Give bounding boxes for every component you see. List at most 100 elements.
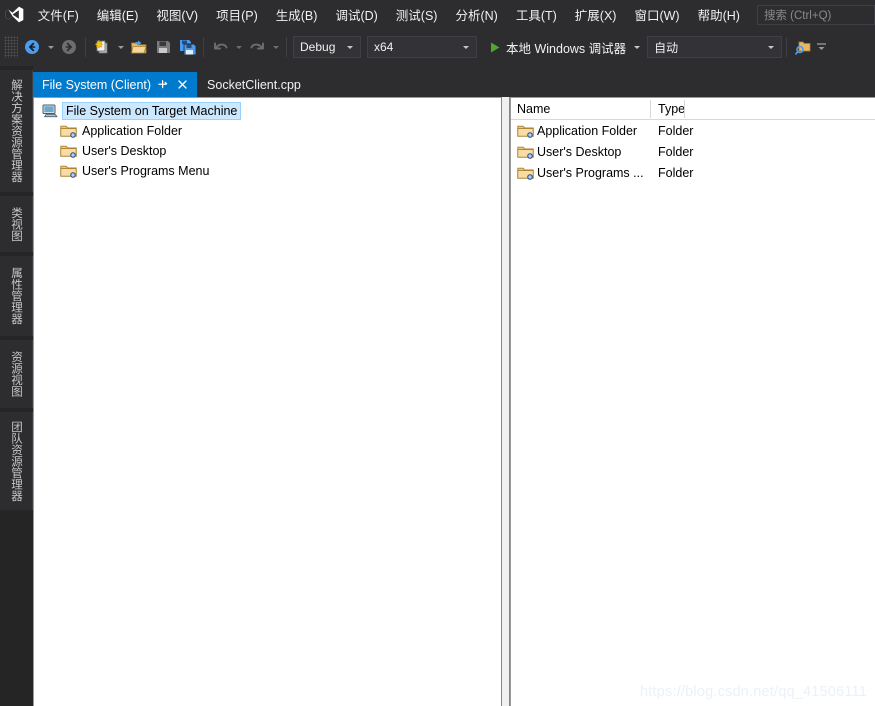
folder-icon (517, 124, 534, 138)
list-item-label: User's Desktop (537, 144, 622, 159)
toolbar-separator (85, 37, 86, 57)
configuration-combo[interactable]: Debug (293, 36, 361, 58)
standard-toolbar: Debug x64 本地 Windows 调试器 自动 (0, 29, 875, 65)
menu-bar: 文件(F) 编辑(E) 视图(V) 项目(P) 生成(B) 调试(D) 测试(S… (0, 0, 875, 29)
toolbar-separator-2 (203, 37, 204, 57)
column-header-name[interactable]: Name (511, 99, 651, 118)
sidebar-item-label: 解决方案资源管理器 (10, 79, 22, 183)
sidebar-item-property-manager[interactable]: 属性管理器 (0, 256, 33, 336)
pane-splitter[interactable] (501, 97, 510, 706)
tree-node-target-machine[interactable]: File System on Target Machine (34, 101, 501, 121)
sidebar-item-label: 属性管理器 (10, 267, 22, 325)
menu-item-analyze[interactable]: 分析(N) (446, 0, 506, 29)
list-item[interactable]: Application Folder Folder (511, 120, 875, 141)
redo-dropdown-icon[interactable] (269, 35, 282, 59)
save-icon[interactable] (151, 35, 175, 59)
save-all-icon[interactable] (175, 35, 199, 59)
menu-item-test[interactable]: 测试(S) (387, 0, 447, 29)
menu-item-debug[interactable]: 调试(D) (326, 0, 386, 29)
menu-item-extensions[interactable]: 扩展(X) (566, 0, 626, 29)
folder-icon (517, 145, 534, 159)
folder-icon (517, 166, 534, 180)
list-header: Name Type (511, 98, 875, 120)
menu-item-view[interactable]: 视图(V) (147, 0, 207, 29)
tree-node-users-desktop[interactable]: User's Desktop (34, 141, 501, 161)
sidebar-item-label: 资源视图 (10, 351, 22, 397)
menu-item-file[interactable]: 文件(F) (29, 0, 88, 29)
left-tool-window-dock: 解决方案资源管理器 类视图 属性管理器 资源视图 团队资源管理器 (0, 66, 33, 706)
column-header-type[interactable]: Type (651, 99, 686, 118)
attach-target-value: 自动 (654, 40, 679, 55)
attach-target-combo[interactable]: 自动 (647, 36, 783, 58)
menu-item-window[interactable]: 窗口(W) (625, 0, 688, 29)
navigate-back-icon[interactable] (20, 35, 44, 59)
toolbar-overflow-icon[interactable] (815, 35, 828, 59)
redo-icon[interactable] (245, 35, 269, 59)
folder-icon (60, 144, 77, 158)
menu-item-edit[interactable]: 编辑(E) (88, 0, 148, 29)
tab-socketclient-cpp[interactable]: SocketClient.cpp (197, 72, 311, 97)
start-debugging-button[interactable]: 本地 Windows 调试器 (485, 35, 630, 59)
sidebar-item-label: 类视图 (10, 206, 22, 242)
start-debugging-label: 本地 Windows 调试器 (506, 41, 627, 56)
tab-label: SocketClient.cpp (207, 77, 301, 92)
sidebar-item-resource-view[interactable]: 资源视图 (0, 340, 33, 408)
undo-icon[interactable] (208, 35, 232, 59)
toolbar-grip[interactable] (4, 36, 18, 58)
close-icon[interactable] (174, 75, 191, 95)
quick-launch-search[interactable]: 搜索 (Ctrl+Q) (756, 4, 875, 25)
tab-file-system-client[interactable]: File System (Client) (33, 72, 198, 97)
list-item-type: Folder (658, 123, 694, 138)
tree-node-label: User's Desktop (82, 144, 167, 158)
list-item-type: Folder (658, 165, 694, 180)
file-system-list-pane: Name Type Application Folder Folder User… (510, 97, 875, 706)
menu-item-project[interactable]: 项目(P) (207, 0, 267, 29)
menu-item-tools[interactable]: 工具(T) (507, 0, 566, 29)
menu-item-build[interactable]: 生成(B) (267, 0, 327, 29)
visual-studio-logo-icon (0, 0, 29, 29)
file-system-tree: File System on Target Machine Applicatio… (34, 98, 501, 181)
tab-label: File System (Client) (42, 77, 152, 92)
tree-node-users-programs-menu[interactable]: User's Programs Menu (34, 161, 501, 181)
menu-item-help[interactable]: 帮助(H) (689, 0, 749, 29)
open-file-icon[interactable] (127, 35, 151, 59)
sidebar-item-solution-explorer[interactable]: 解决方案资源管理器 (0, 70, 33, 192)
file-system-editor: File System on Target Machine Applicatio… (33, 97, 875, 706)
list-item[interactable]: User's Programs ... Folder (511, 162, 875, 183)
sidebar-item-team-explorer[interactable]: 团队资源管理器 (0, 412, 33, 510)
tree-node-label: User's Programs Menu (82, 164, 210, 178)
document-tab-bar: File System (Client) SocketClient.cpp (33, 72, 875, 97)
tree-node-application-folder[interactable]: Application Folder (34, 121, 501, 141)
list-item-type: Folder (658, 144, 694, 159)
list-item-label: Application Folder (537, 123, 638, 138)
target-machine-icon (42, 104, 58, 118)
navigate-forward-icon[interactable] (57, 35, 81, 59)
sidebar-item-class-view[interactable]: 类视图 (0, 196, 33, 252)
new-item-dropdown-icon[interactable] (114, 35, 127, 59)
folder-icon (60, 124, 77, 138)
start-debugging-dropdown-icon[interactable] (630, 35, 643, 59)
chevron-down-icon (767, 43, 775, 51)
new-item-icon[interactable] (90, 35, 114, 59)
configuration-value: Debug (300, 40, 336, 54)
tree-node-label: Application Folder (82, 124, 183, 138)
chevron-down-icon (462, 43, 470, 51)
list-item[interactable]: User's Desktop Folder (511, 141, 875, 162)
pin-icon[interactable] (154, 75, 171, 95)
search-placeholder-text: 搜索 (Ctrl+Q) (763, 9, 832, 22)
list-item-name-cell: Application Folder (511, 124, 651, 138)
watermark-text: https://blog.csdn.net/qq_41506111 (640, 684, 867, 700)
platform-combo[interactable]: x64 (367, 36, 477, 58)
folder-search-icon[interactable] (791, 35, 815, 59)
list-item-name-cell: User's Programs ... (511, 166, 651, 180)
tree-node-label: File System on Target Machine (62, 102, 242, 120)
toolbar-separator-3 (286, 37, 287, 57)
run-play-icon (489, 41, 501, 54)
list-item-label: User's Programs ... (537, 165, 644, 180)
undo-dropdown-icon[interactable] (232, 35, 245, 59)
navigate-back-dropdown-icon[interactable] (44, 35, 57, 59)
folder-icon (60, 164, 77, 178)
platform-value: x64 (374, 40, 394, 54)
list-item-name-cell: User's Desktop (511, 145, 651, 159)
chevron-down-icon (346, 43, 354, 51)
